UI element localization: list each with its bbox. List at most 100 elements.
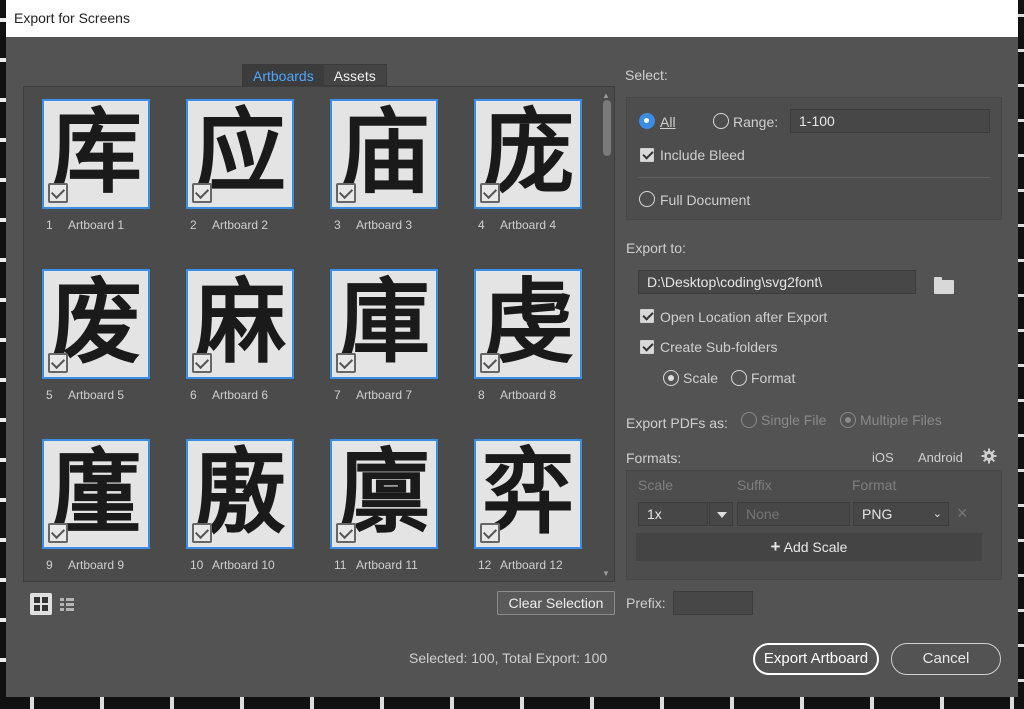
format-select-value: PNG — [862, 506, 893, 522]
prefix-input[interactable] — [673, 591, 753, 615]
artboard-label: 3 Artboard 3 — [334, 218, 413, 232]
suffix-input[interactable] — [737, 502, 850, 526]
artboard-thumbnail[interactable]: 应 — [186, 99, 294, 209]
tab-artboards[interactable]: Artboards — [243, 65, 324, 85]
chevron-down-icon: ⌄ — [932, 508, 942, 520]
artboard-tile[interactable]: 庞 4 Artboard 4 — [474, 99, 582, 232]
tab-bar: Artboards Assets — [242, 64, 387, 86]
close-icon[interactable]: × — [957, 503, 968, 524]
artboard-tile[interactable]: 廒 10 Artboard 10 — [186, 439, 294, 572]
android-preset-button[interactable]: Android — [918, 450, 963, 465]
artboard-thumbnail[interactable]: 庙 — [330, 99, 438, 209]
artboard-label: 2 Artboard 2 — [190, 218, 269, 232]
column-header-suffix: Suffix — [737, 477, 772, 493]
scroll-up-icon[interactable]: ▲ — [602, 91, 610, 100]
ios-preset-button[interactable]: iOS — [872, 450, 894, 465]
radio-range[interactable] — [713, 113, 729, 129]
export-to-heading: Export to: — [626, 240, 686, 256]
prefix-label: Prefix: — [626, 595, 666, 611]
artboard-tile[interactable]: 弈 12 Artboard 12 — [474, 439, 582, 572]
radio-range-label: Range: — [733, 114, 779, 130]
export-path-input[interactable]: D:\Desktop\coding\svg2font\ — [638, 270, 916, 294]
radio-subfolder-format[interactable] — [731, 370, 747, 386]
check-icon[interactable] — [48, 523, 68, 543]
artboard-grid-panel: 库 1 Artboard 1 应 2 Artboard 2 庙 3 Artboard … — [23, 86, 615, 582]
artboard-tile[interactable]: 麻 6 Artboard 6 — [186, 269, 294, 402]
artboard-thumbnail[interactable]: 弈 — [474, 439, 582, 549]
check-icon[interactable] — [336, 353, 356, 373]
background-strip-bottom — [0, 697, 1024, 709]
title-bar: Export for Screens — [6, 0, 1018, 37]
artboard-thumbnail[interactable]: 虔 — [474, 269, 582, 379]
gear-icon[interactable] — [981, 448, 997, 464]
artboard-tile[interactable]: 庙 3 Artboard 3 — [330, 99, 438, 232]
list-view-icon[interactable] — [58, 594, 78, 614]
export-artboard-button[interactable]: Export Artboard — [753, 643, 879, 675]
grid-scrollbar[interactable] — [599, 87, 613, 581]
check-icon[interactable] — [192, 523, 212, 543]
check-icon[interactable] — [48, 353, 68, 373]
artboard-thumbnail[interactable]: 库 — [42, 99, 150, 209]
create-subfolders-label: Create Sub-folders — [660, 339, 778, 355]
artboard-label: 7 Artboard 7 — [334, 388, 413, 402]
check-icon[interactable] — [336, 183, 356, 203]
export-dialog: Export for Screens Artboards Assets 库 1A… — [6, 0, 1018, 700]
tab-assets[interactable]: Assets — [324, 65, 386, 85]
open-location-checkbox[interactable] — [640, 309, 654, 323]
artboard-thumbnail[interactable]: 庞 — [474, 99, 582, 209]
artboard-label: 8 Artboard 8 — [478, 388, 557, 402]
radio-multiple-files[interactable] — [840, 412, 856, 428]
folder-icon[interactable] — [934, 277, 954, 294]
scrollbar-thumb[interactable] — [603, 100, 611, 156]
section-divider — [638, 177, 990, 178]
artboard-tile[interactable]: 廪 11 Artboard 11 — [330, 439, 438, 572]
artboard-tile[interactable]: 庫 7 Artboard 7 — [330, 269, 438, 402]
clear-selection-button[interactable]: Clear Selection — [497, 591, 615, 615]
export-pdfs-label: Export PDFs as: — [626, 415, 728, 431]
artboard-tile[interactable]: 应 2 Artboard 2 — [186, 99, 294, 232]
artboard-thumbnail[interactable]: 廑 — [42, 439, 150, 549]
chevron-down-icon[interactable] — [709, 502, 733, 526]
scroll-down-icon[interactable]: ▼ — [602, 569, 610, 578]
artboard-label: 6 Artboard 6 — [190, 388, 269, 402]
full-document-label: Full Document — [660, 192, 751, 208]
scale-select[interactable]: 1x — [638, 502, 708, 526]
artboard-label: 4 Artboard 4 — [478, 218, 557, 232]
select-heading: Select: — [625, 67, 668, 83]
check-icon[interactable] — [192, 353, 212, 373]
subfolder-format-label: Format — [751, 370, 796, 386]
artboard-label: 9 Artboard 9 — [46, 558, 125, 572]
range-input[interactable]: 1-100 — [790, 109, 990, 133]
create-subfolders-checkbox[interactable] — [640, 340, 654, 354]
artboard-tile[interactable]: 库 1 Artboard 1 — [42, 99, 150, 232]
column-header-scale: Scale — [638, 477, 674, 493]
format-select[interactable]: PNG ⌄ — [853, 502, 949, 526]
artboard-thumbnail[interactable]: 废 — [42, 269, 150, 379]
artboard-thumbnail[interactable]: 庫 — [330, 269, 438, 379]
artboard-label: 5 Artboard 5 — [46, 388, 125, 402]
radio-all-label: All — [660, 114, 676, 130]
check-icon[interactable] — [480, 523, 500, 543]
artboard-label: 11 Artboard 11 — [334, 558, 418, 572]
include-bleed-checkbox[interactable] — [640, 148, 654, 162]
cancel-button[interactable]: Cancel — [891, 643, 1001, 675]
check-icon[interactable] — [192, 183, 212, 203]
check-icon[interactable] — [336, 523, 356, 543]
radio-single-file[interactable] — [741, 412, 757, 428]
artboard-thumbnail[interactable]: 廒 — [186, 439, 294, 549]
add-scale-button[interactable]: + Add Scale — [636, 533, 982, 561]
artboard-tile[interactable]: 废 5 Artboard 5 — [42, 269, 150, 402]
window-title: Export for Screens — [14, 10, 130, 26]
radio-subfolder-scale[interactable] — [663, 370, 679, 386]
artboard-thumbnail[interactable]: 廪 — [330, 439, 438, 549]
artboard-thumbnail[interactable]: 麻 — [186, 269, 294, 379]
grid-view-icon[interactable] — [30, 593, 52, 615]
check-icon[interactable] — [480, 183, 500, 203]
check-icon[interactable] — [480, 353, 500, 373]
plus-icon: + — [770, 537, 781, 556]
check-icon[interactable] — [48, 183, 68, 203]
radio-full-document[interactable] — [639, 191, 655, 207]
artboard-tile[interactable]: 廑 9 Artboard 9 — [42, 439, 150, 572]
radio-all[interactable] — [639, 113, 655, 129]
artboard-tile[interactable]: 虔 8 Artboard 8 — [474, 269, 582, 402]
